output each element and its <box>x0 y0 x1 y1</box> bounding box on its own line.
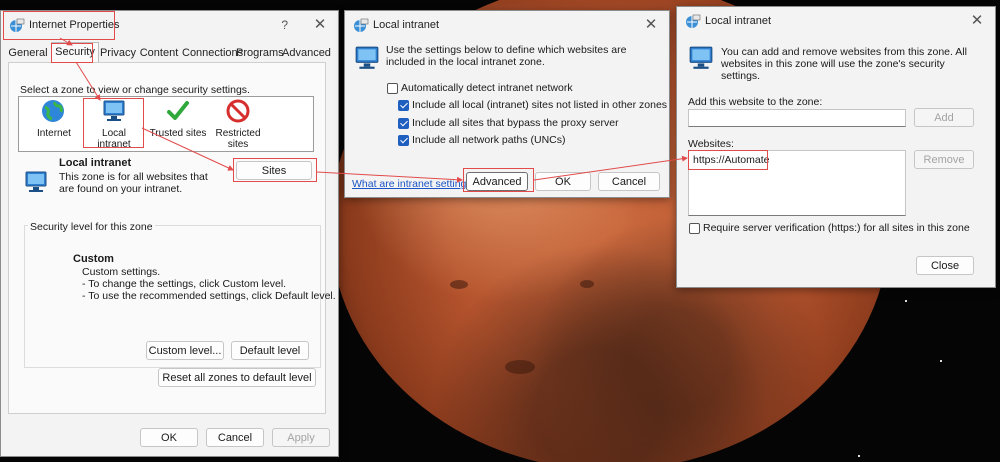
security-level-group-title: Security level for this zone <box>28 221 155 233</box>
internet-options-icon <box>686 14 701 28</box>
tab-advanced[interactable]: Advanced <box>282 44 331 62</box>
zone-internet[interactable]: Internet <box>28 98 80 148</box>
security-level-line: - To use the recommended settings, click… <box>82 290 336 302</box>
zone-trusted-sites[interactable]: Trusted sites <box>148 98 208 148</box>
zone-label: Trusted sites <box>149 128 207 139</box>
close-button[interactable]: ✕ <box>310 15 330 35</box>
include-unc-paths-label: Include all network paths (UNCs) <box>412 134 566 146</box>
include-bypass-proxy-label: Include all sites that bypass the proxy … <box>412 117 619 129</box>
intranet-settings-help-link[interactable]: What are intranet settings? <box>352 178 477 190</box>
annotation-highlight <box>233 158 317 182</box>
include-bypass-proxy-checkbox[interactable] <box>398 118 409 129</box>
tab-connections[interactable]: Connections <box>182 44 243 62</box>
tab-programs[interactable]: Programs <box>236 44 284 62</box>
tab-general[interactable]: General <box>8 44 48 62</box>
zone-prompt: Select a zone to view or change security… <box>20 84 250 96</box>
selected-zone-description: This zone is for all websites that are f… <box>59 171 208 195</box>
tab-content[interactable]: Content <box>138 44 180 62</box>
internet-options-icon <box>354 18 369 32</box>
annotation-highlight <box>688 150 768 170</box>
window-title: Local intranet <box>705 15 772 27</box>
security-level-name: Custom <box>73 253 114 265</box>
window-title: Local intranet <box>373 19 440 31</box>
security-level-line: Custom settings. <box>82 266 161 278</box>
annotation-highlight <box>3 11 115 40</box>
websites-label: Websites: <box>688 138 734 150</box>
custom-level-button[interactable]: Custom level... <box>146 341 224 360</box>
close-dialog-button[interactable]: Close <box>916 256 974 275</box>
reset-all-zones-button[interactable]: Reset all zones to default level <box>158 368 316 387</box>
auto-detect-label: Automatically detect intranet network <box>401 82 573 94</box>
require-https-checkbox[interactable] <box>689 223 700 234</box>
include-local-sites-label: Include all local (intranet) sites not l… <box>412 99 668 111</box>
cancel-button[interactable]: Cancel <box>206 428 264 447</box>
tab-privacy[interactable]: Privacy <box>99 44 137 62</box>
add-button[interactable]: Add <box>914 108 974 127</box>
annotation-highlight <box>51 43 93 63</box>
add-website-input[interactable] <box>688 109 906 127</box>
security-level-line: - To change the settings, click Custom l… <box>82 278 287 290</box>
annotation-highlight <box>83 98 144 148</box>
globe-icon <box>42 100 64 122</box>
selected-zone-name: Local intranet <box>59 157 132 169</box>
title-bar: Local intranet ✕ <box>345 11 669 39</box>
zone-label: Restricted sites <box>215 128 261 150</box>
no-entry-icon <box>226 99 250 123</box>
monitor-network-icon <box>689 46 713 69</box>
require-https-label: Require server verification (https:) for… <box>703 222 970 234</box>
include-local-sites-checkbox[interactable] <box>398 100 409 111</box>
ok-button[interactable]: OK <box>535 172 591 191</box>
intranet-intro-text: Use the settings below to define which w… <box>386 44 627 68</box>
ok-button[interactable]: OK <box>140 428 198 447</box>
default-level-button[interactable]: Default level <box>231 341 309 360</box>
close-button[interactable]: ✕ <box>967 11 987 31</box>
cancel-button[interactable]: Cancel <box>598 172 660 191</box>
monitor-network-icon <box>25 171 47 192</box>
close-button[interactable]: ✕ <box>641 15 661 35</box>
auto-detect-checkbox[interactable] <box>387 83 398 94</box>
annotation-highlight <box>463 168 534 192</box>
sites-intro-text: You can add and remove websites from thi… <box>721 46 967 82</box>
include-unc-paths-checkbox[interactable] <box>398 135 409 146</box>
title-bar: Local intranet ✕ <box>677 7 995 35</box>
checkmark-icon <box>167 101 189 120</box>
remove-button[interactable]: Remove <box>914 150 974 169</box>
zone-label: Internet <box>37 128 71 139</box>
monitor-network-icon <box>355 46 379 69</box>
help-button[interactable]: ? <box>281 18 288 32</box>
apply-button[interactable]: Apply <box>272 428 330 447</box>
zone-restricted-sites[interactable]: Restricted sites <box>210 98 266 152</box>
add-website-label: Add this website to the zone: <box>688 96 823 108</box>
